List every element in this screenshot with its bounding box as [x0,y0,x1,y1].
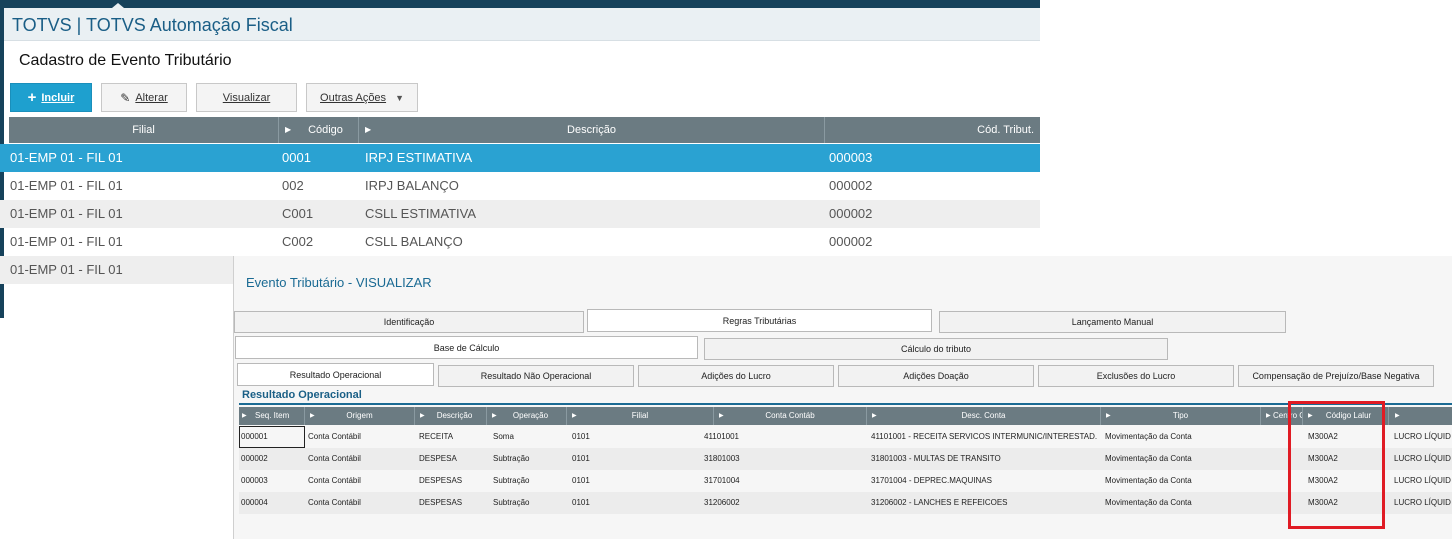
title-bar: TOTVS | TOTVS Automação Fiscal [4,8,1040,41]
table-row[interactable]: 000001 Conta Contábil RECEITA Soma 0101 … [239,426,1452,448]
table-row[interactable]: 01-EMP 01 - FIL 01 C002 CSLL BALANÇO 000… [0,228,1040,256]
col-descricao[interactable]: Descrição [415,407,487,425]
dialog-title: Evento Tributário - VISUALIZAR [246,275,432,290]
tab-calculo-do-tributo[interactable]: Cálculo do tributo [704,338,1168,360]
tab-resultado-operacional[interactable]: Resultado Operacional [237,363,434,386]
col-conta-contab[interactable]: Conta Contáb [714,407,867,425]
include-button[interactable]: + Incluir [10,83,92,112]
tab-resultado-nao-operacional[interactable]: Resultado Não Operacional [438,365,634,387]
edit-label: Alterar [135,91,168,104]
table-row[interactable]: 01-EMP 01 - FIL 01 0001 IRPJ ESTIMATIVA … [0,144,1040,172]
top-strip [0,0,1040,8]
more-label: Outras Ações [320,91,387,104]
include-label: Incluir [41,91,75,104]
highlight-box [1288,401,1385,529]
tab-compensacao-prejuizo[interactable]: Compensação de Prejuízo/Base Negativa [1238,365,1434,387]
grid-header: Filial ▶ Código ▶ Descrição Cód. Tribut. [9,117,1040,143]
table-row[interactable]: 01-EMP 01 - FIL 01 C001 CSLL ESTIMATIVA … [0,200,1040,228]
tab-identificacao[interactable]: Identificação [234,311,584,333]
table-row[interactable]: 000004 Conta Contábil DESPESAS Subtração… [239,492,1452,514]
section-divider [239,403,1452,405]
section-title: Resultado Operacional [242,389,362,401]
view-button[interactable]: Visualizar [196,83,297,112]
tab-adicoes-doacao[interactable]: Adições Doação [838,365,1034,387]
col-filial[interactable]: Filial [9,117,279,143]
col-desc-conta[interactable]: Desc. Conta [867,407,1101,425]
tab-regras-tributarias[interactable]: Regras Tributárias [587,309,932,332]
col-seq-item[interactable]: Seq. Item [239,407,305,425]
table-row[interactable]: 000002 Conta Contábil DESPESA Subtração … [239,448,1452,470]
visualizar-dialog: Evento Tributário - VISUALIZAR Identific… [233,256,1452,539]
col-codigo[interactable]: Código [279,117,359,143]
col-descricao[interactable]: Descrição [359,117,825,143]
tab-lancamento-manual[interactable]: Lançamento Manual [939,311,1286,333]
app-title: TOTVS | TOTVS Automação Fiscal [12,15,293,35]
table-row[interactable]: 01-EMP 01 - FIL 01 002 IRPJ BALANÇO 0000… [0,172,1040,200]
col-tipo[interactable]: Tipo [1101,407,1261,425]
more-actions-button[interactable]: Outras Ações ▼ [306,83,418,112]
table-row[interactable]: 000003 Conta Contábil DESPESAS Subtração… [239,470,1452,492]
col-origem[interactable]: Origem [305,407,415,425]
pencil-icon: ✎ [120,90,131,105]
table-row[interactable]: 01-EMP 01 - FIL 01 [0,256,233,284]
tab-exclusoes-do-lucro[interactable]: Exclusões do Lucro [1038,365,1234,387]
tab-adicoes-do-lucro[interactable]: Adições do Lucro [638,365,834,387]
detail-grid-header: ▶ Seq. Item ▶ Origem ▶ Descrição ▶ Opera… [239,407,1452,425]
view-label: Visualizar [222,91,271,104]
tab-base-de-calculo[interactable]: Base de Cálculo [235,336,698,359]
col-filial[interactable]: Filial [567,407,714,425]
sort-arrow-icon[interactable]: ▶ [1395,407,1400,425]
col-operacao[interactable]: Operação [487,407,567,425]
page-title: Cadastro de Evento Tributário [19,52,232,69]
caret-down-icon: ▼ [395,92,404,103]
edit-button[interactable]: ✎ Alterar [101,83,187,112]
col-cod-tribut[interactable]: Cód. Tribut. [825,117,1040,143]
plus-icon: + [27,89,37,106]
